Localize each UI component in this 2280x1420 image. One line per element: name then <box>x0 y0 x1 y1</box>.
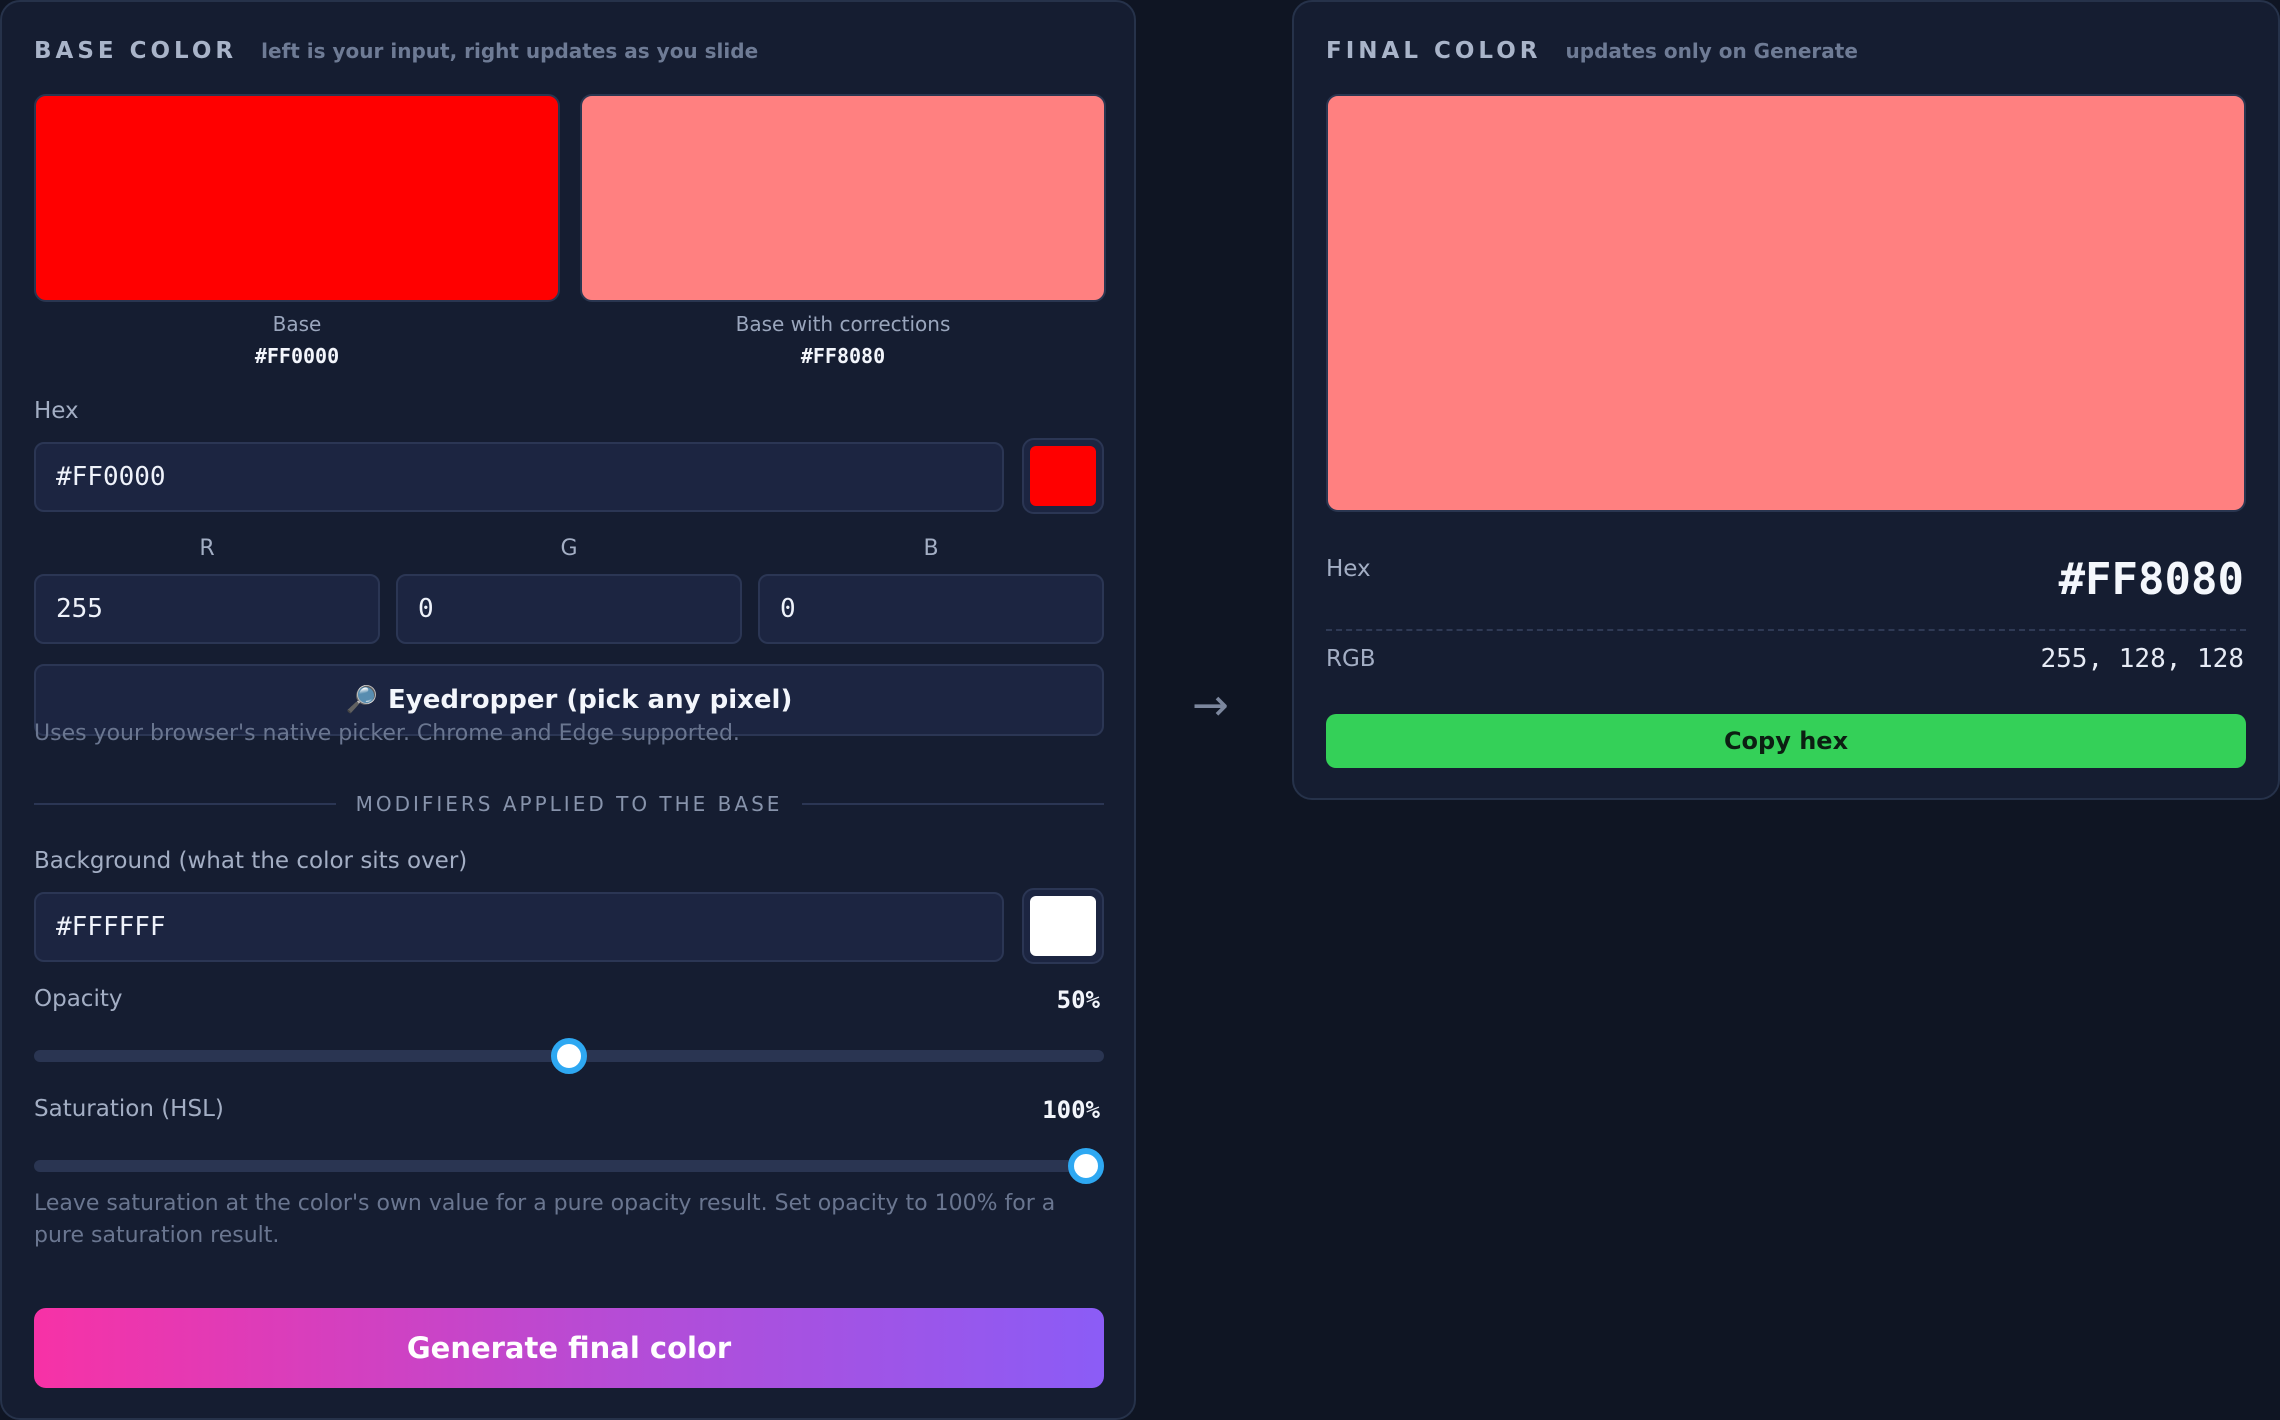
r-input[interactable]: 255 <box>34 574 380 644</box>
eyedropper-hint: Uses your browser's native picker. Chrom… <box>34 721 740 746</box>
background-input[interactable]: #FFFFFF <box>34 892 1004 962</box>
final-panel-title: FINAL COLOR <box>1326 38 1542 64</box>
modifiers-divider: MODIFIERS APPLIED TO THE BASE <box>34 792 1104 816</box>
saturation-value: 100% <box>1042 1096 1100 1124</box>
final-hex-label: Hex <box>1326 556 1371 582</box>
magnifier-icon: 🔎 <box>345 685 379 715</box>
base-swatch <box>34 94 560 302</box>
base-panel-header: BASE COLOR left is your input, right upd… <box>34 38 758 64</box>
background-color-chip <box>1030 896 1096 956</box>
opacity-slider-thumb[interactable] <box>551 1038 587 1074</box>
opacity-value: 50% <box>1056 986 1100 1014</box>
base-swatch-hex: #FF0000 <box>254 344 340 368</box>
modifiers-heading: MODIFIERS APPLIED TO THE BASE <box>355 792 783 816</box>
final-color-panel: FINAL COLOR updates only on Generate Hex… <box>1292 0 2280 800</box>
final-rgb-label: RGB <box>1326 646 1376 672</box>
saturation-slider[interactable] <box>34 1148 1104 1184</box>
saturation-label: Saturation (HSL) <box>34 1096 224 1122</box>
copy-hex-button[interactable]: Copy hex <box>1326 714 2246 768</box>
hex-input[interactable]: #FF0000 <box>34 442 1004 512</box>
final-hex-value: #FF8080 <box>2058 554 2244 605</box>
corrected-swatch <box>580 94 1106 302</box>
final-panel-subtitle: updates only on Generate <box>1565 39 1858 63</box>
g-input[interactable]: 0 <box>396 574 742 644</box>
g-label: G <box>560 536 578 561</box>
saturation-hint: Leave saturation at the color's own valu… <box>34 1191 1056 1248</box>
base-panel-title: BASE COLOR <box>34 38 238 64</box>
final-rgb-value: 255, 128, 128 <box>2040 644 2245 674</box>
b-input[interactable]: 0 <box>758 574 1104 644</box>
background-label: Background (what the color sits over) <box>34 848 468 874</box>
corrected-swatch-hex: #FF8080 <box>800 344 886 368</box>
base-color-chip <box>1030 446 1096 506</box>
saturation-slider-thumb[interactable] <box>1067 1148 1104 1184</box>
opacity-slider[interactable] <box>34 1038 1104 1074</box>
generate-button[interactable]: Generate final color <box>34 1308 1104 1388</box>
arrow-right-icon: → <box>1192 680 1229 731</box>
base-color-picker[interactable] <box>1022 438 1104 514</box>
final-divider <box>1326 629 2246 631</box>
background-color-picker[interactable] <box>1022 888 1104 964</box>
hex-label: Hex <box>34 398 79 424</box>
base-panel-subtitle: left is your input, right updates as you… <box>261 39 759 63</box>
eyedropper-label: Eyedropper (pick any pixel) <box>388 685 793 715</box>
b-label: B <box>923 536 939 561</box>
corrected-swatch-caption: Base with corrections <box>735 312 951 336</box>
base-swatch-caption: Base <box>272 312 322 336</box>
final-panel-header: FINAL COLOR updates only on Generate <box>1326 38 1858 64</box>
opacity-label: Opacity <box>34 986 123 1012</box>
r-label: R <box>199 536 215 561</box>
final-color-swatch <box>1326 94 2246 512</box>
base-color-panel: BASE COLOR left is your input, right upd… <box>0 0 1136 1420</box>
